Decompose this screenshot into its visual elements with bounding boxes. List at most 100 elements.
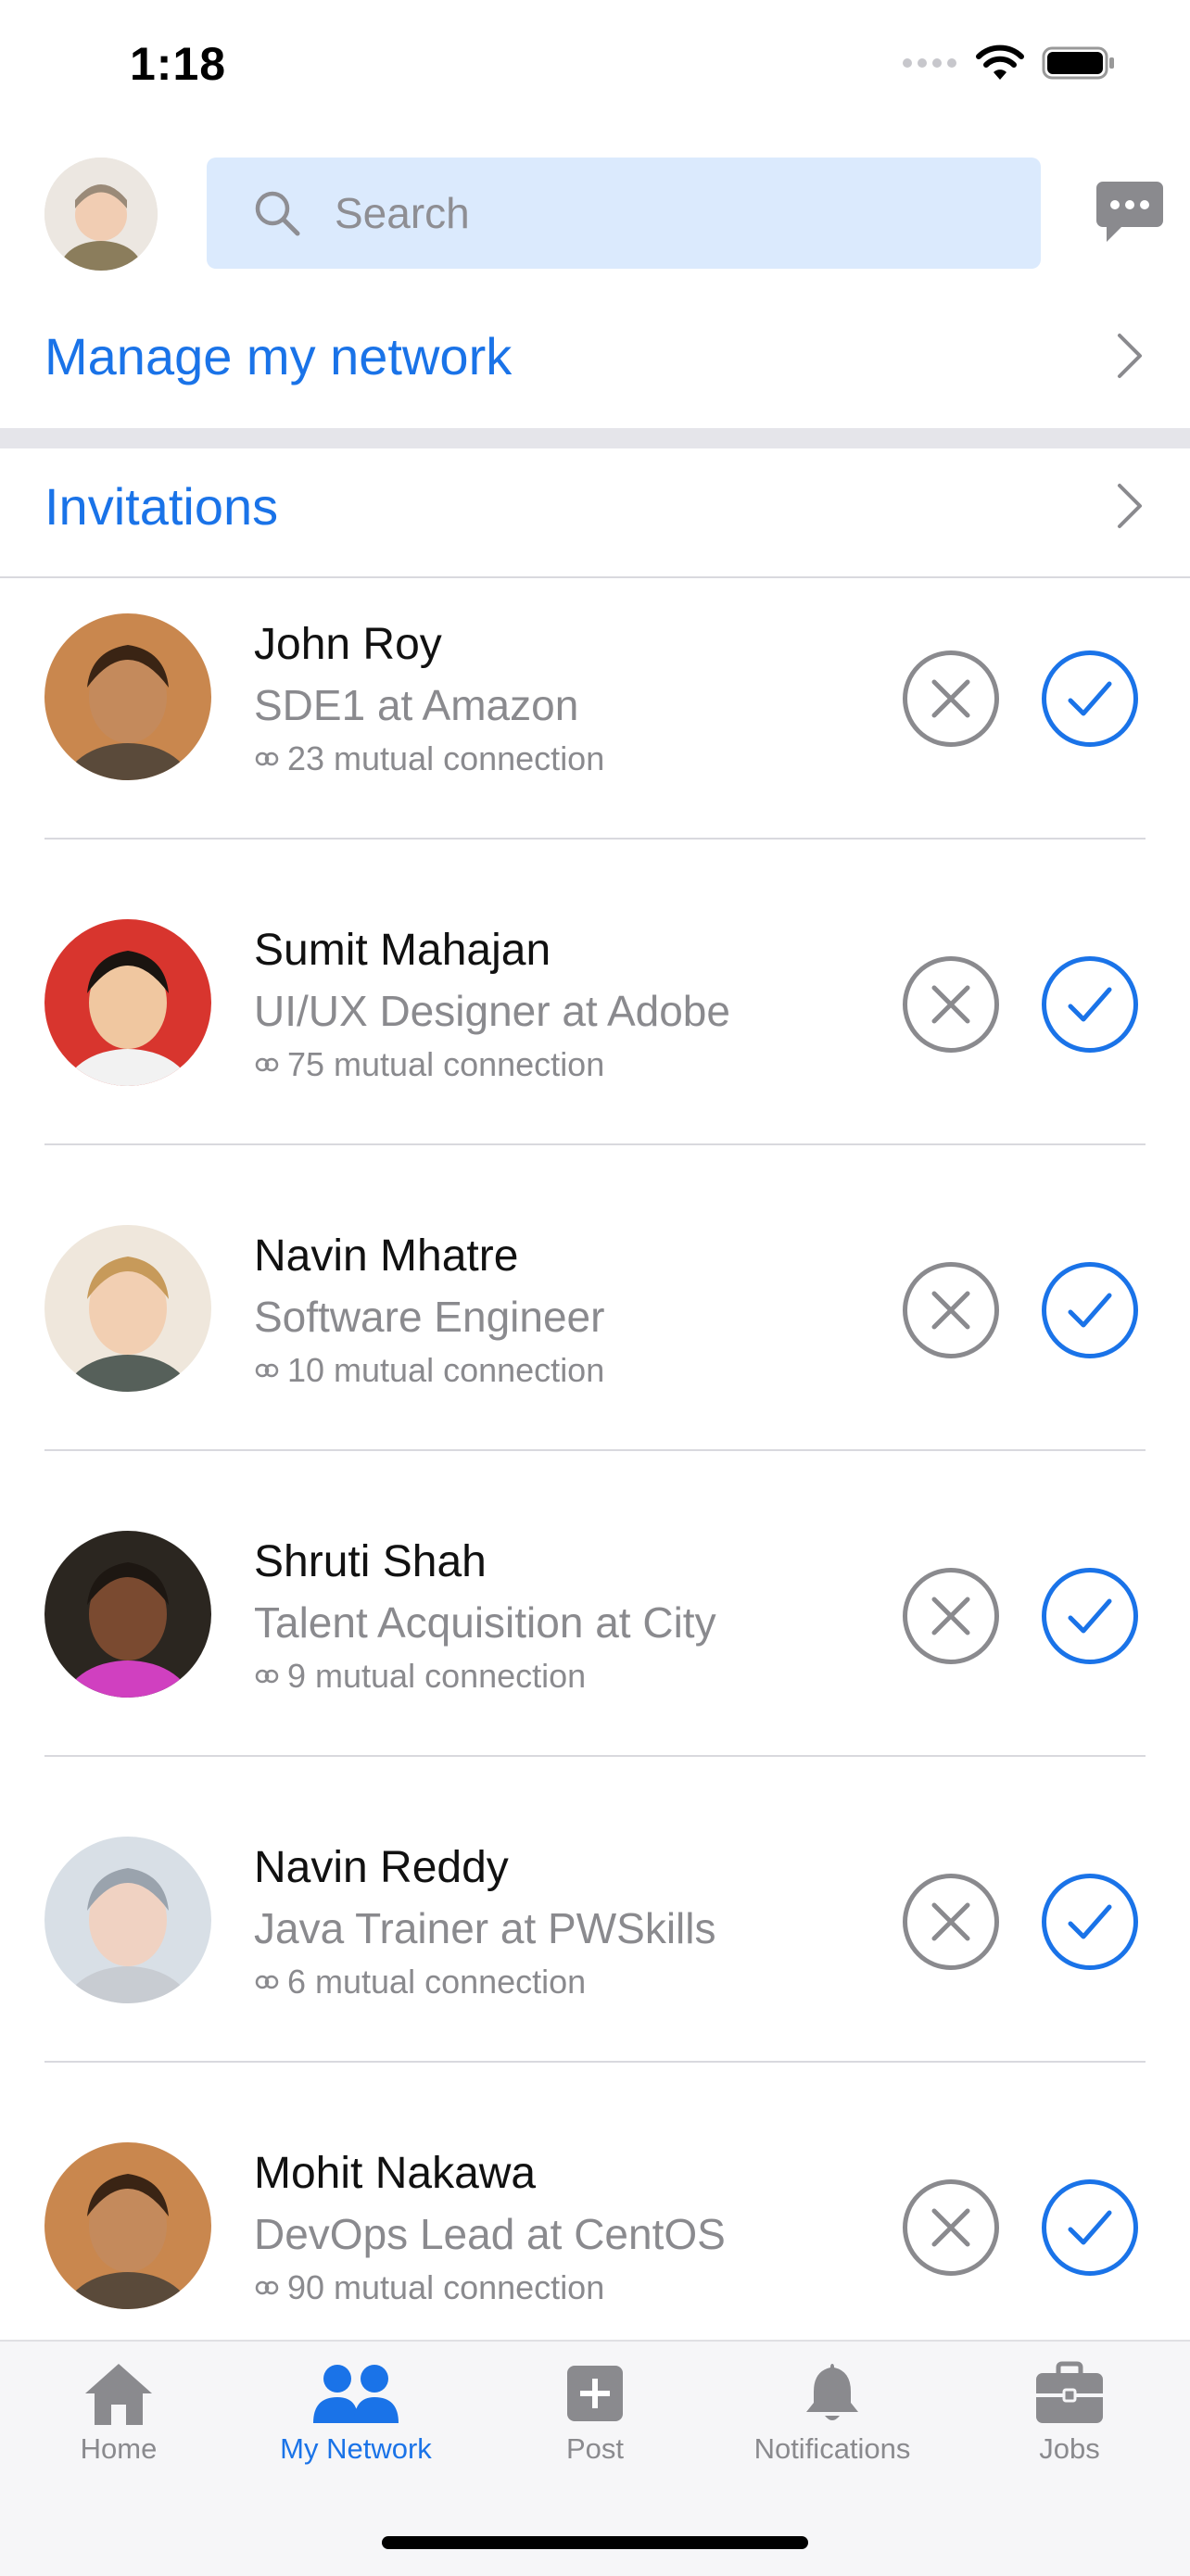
invitation-name[interactable]: Shruti Shah [254,1536,487,1587]
signal-icon [903,58,956,68]
home-icon [85,2364,152,2425]
close-icon [931,2208,970,2247]
tab-my-network[interactable]: My Network [254,2360,458,2466]
link-icon [255,1363,279,1378]
accept-button[interactable] [1042,1568,1138,1664]
close-icon [931,1597,970,1635]
chat-bubble-icon[interactable] [1095,180,1164,249]
invitation-avatar[interactable] [44,919,211,1086]
invitation-name[interactable]: Sumit Mahajan [254,925,551,976]
section-divider [0,428,1190,448]
briefcase-icon [1036,2361,1103,2423]
invitation-row[interactable]: Navin Mhatre Software Engineer 10 mutual… [0,1203,1190,1509]
invitation-avatar[interactable] [44,1531,211,1698]
invitation-title: Software Engineer [254,1293,605,1341]
mutual-count: 75 mutual connection [287,1045,605,1083]
mutual-count: 23 mutual connection [287,739,605,777]
invitation-name[interactable]: Mohit Nakawa [254,2148,536,2199]
mutual-count: 10 mutual connection [287,1351,605,1389]
checkmark-icon [1068,987,1112,1022]
invitation-name[interactable]: Navin Reddy [254,1842,509,1893]
home-indicator [382,2536,808,2549]
search-icon [255,191,300,236]
chevron-right-icon [1118,484,1142,528]
invitation-title: UI/UX Designer at Adobe [254,987,730,1035]
profile-avatar[interactable] [44,158,158,271]
close-icon [931,1291,970,1330]
wifi-icon [976,44,1024,80]
divider [0,576,1190,578]
link-icon [255,1057,279,1072]
invitations-label: Invitations [44,476,279,536]
accept-button[interactable] [1042,650,1138,747]
tab-notifications-label: Notifications [753,2432,911,2465]
accept-button[interactable] [1042,1874,1138,1970]
accept-button[interactable] [1042,1262,1138,1358]
invitation-avatar[interactable] [44,1837,211,2003]
reject-button[interactable] [903,1568,999,1664]
invitation-title: SDE1 at Amazon [254,681,579,729]
invitation-avatar[interactable] [44,2142,211,2309]
search-bar[interactable]: Search [207,158,1041,269]
link-icon [255,751,279,766]
reject-button[interactable] [903,2179,999,2276]
bell-icon [806,2364,858,2420]
mutual-count: 90 mutual connection [287,2268,605,2306]
plus-square-icon [567,2366,623,2421]
reject-button[interactable] [903,1262,999,1358]
checkmark-icon [1068,1904,1112,1939]
mutual-connections: 6 mutual connection [254,1963,586,2001]
close-icon [931,1902,970,1941]
checkmark-icon [1068,681,1112,716]
link-icon [255,2280,279,2295]
invitation-avatar[interactable] [44,613,211,780]
link-icon [255,1975,279,1989]
invitation-title: Talent Acquisition at City [254,1598,716,1647]
invitation-row[interactable]: Navin Reddy Java Trainer at PWSkills 6 m… [0,1814,1190,2120]
accept-button[interactable] [1042,2179,1138,2276]
close-icon [931,985,970,1024]
search-input[interactable]: Search [335,188,470,238]
invitation-title: Java Trainer at PWSkills [254,1904,716,1952]
mutual-connections: 23 mutual connection [254,739,604,778]
accept-button[interactable] [1042,956,1138,1053]
divider [44,1143,1146,1145]
mutual-connections: 10 mutual connection [254,1351,604,1390]
link-icon [255,1669,279,1684]
invitation-name[interactable]: John Roy [254,619,442,670]
reject-button[interactable] [903,1874,999,1970]
manage-network-label: Manage my network [44,326,513,385]
checkmark-icon [1068,2210,1112,2245]
mutual-count: 9 mutual connection [287,1657,587,1695]
tab-home-label: Home [80,2432,158,2465]
invitation-name[interactable]: Navin Mhatre [254,1231,518,1282]
invitation-row[interactable]: Shruti Shah Talent Acquisition at City 9… [0,1509,1190,1814]
close-icon [931,679,970,718]
tab-post[interactable]: Post [493,2360,697,2466]
invitation-avatar[interactable] [44,1225,211,1392]
divider [44,1755,1146,1757]
chevron-right-icon [1118,334,1142,378]
status-time: 1:18 [130,38,227,90]
mutual-connections: 9 mutual connection [254,1657,586,1696]
checkmark-icon [1068,1293,1112,1328]
tab-notifications[interactable]: Notifications [730,2360,934,2466]
people-icon [313,2365,399,2423]
divider [44,2061,1146,2063]
status-icons [901,44,1116,82]
divider [44,838,1146,840]
tab-jobs-label: Jobs [1039,2432,1100,2465]
checkmark-icon [1068,1598,1112,1634]
mutual-connections: 75 mutual connection [254,1045,604,1084]
invitation-row[interactable]: Sumit Mahajan UI/UX Designer at Adobe 75… [0,897,1190,1203]
manage-network-link[interactable]: Manage my network [0,300,1190,411]
reject-button[interactable] [903,650,999,747]
tab-home[interactable]: Home [17,2360,221,2466]
reject-button[interactable] [903,956,999,1053]
invitation-title: DevOps Lead at CentOS [254,2210,726,2258]
invitation-row[interactable]: John Roy SDE1 at Amazon 23 mutual connec… [0,591,1190,897]
tab-jobs[interactable]: Jobs [968,2360,1171,2466]
tab-my-network-label: My Network [280,2432,432,2465]
invitations-link[interactable]: Invitations [0,450,1190,562]
tab-post-label: Post [565,2432,625,2465]
